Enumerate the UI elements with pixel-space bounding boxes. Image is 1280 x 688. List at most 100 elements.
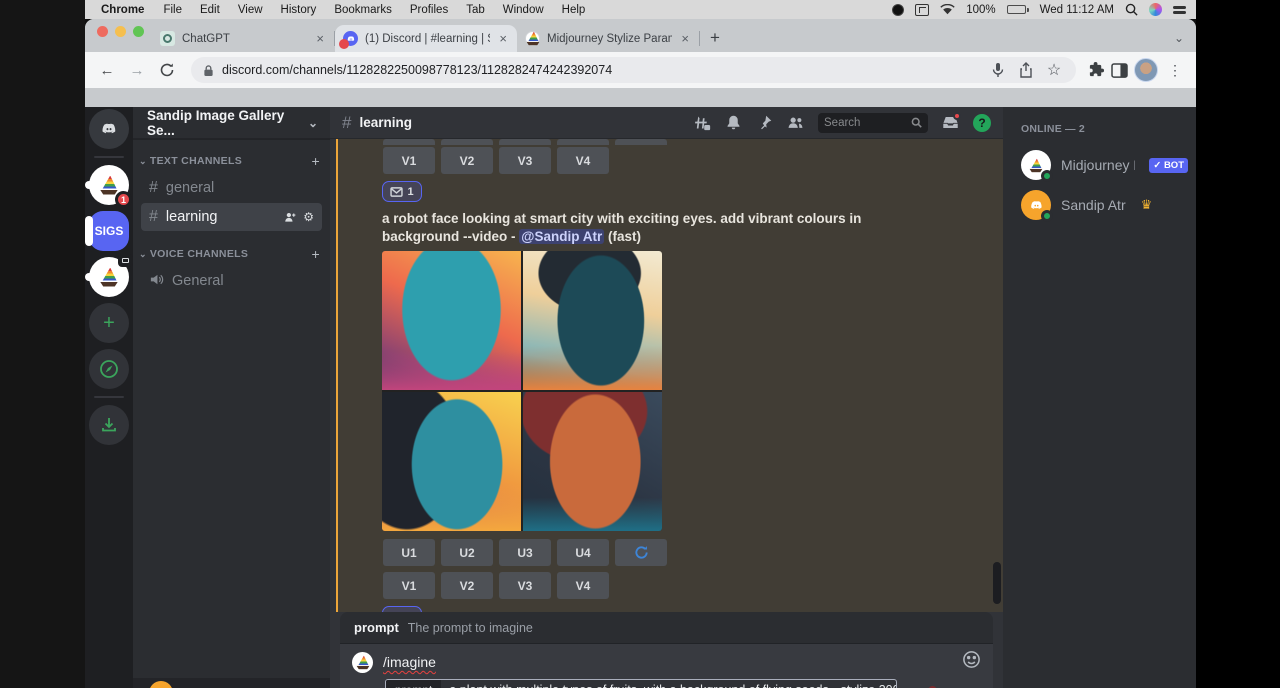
- chat-scrollbar[interactable]: [993, 562, 1001, 604]
- u1-button[interactable]: U1: [383, 539, 435, 566]
- close-tab-icon[interactable]: ×: [314, 32, 326, 45]
- tab-discord[interactable]: (1) Discord | #learning | Sandi ×: [335, 25, 517, 52]
- close-window-button[interactable]: [97, 26, 108, 37]
- menu-view[interactable]: View: [238, 4, 263, 16]
- help-button[interactable]: ?: [973, 114, 991, 132]
- reroll-button[interactable]: [615, 539, 667, 566]
- tab-midjourney[interactable]: Midjourney Stylize Parameter ×: [517, 25, 699, 52]
- tab-chatgpt[interactable]: ChatGPT ×: [152, 25, 334, 52]
- prompt-field-value[interactable]: a plant with multiple types of fruits, w…: [441, 683, 897, 688]
- u2-button[interactable]: U2: [441, 539, 493, 566]
- mic-icon[interactable]: [988, 62, 1008, 78]
- sidebar-item-voice-general[interactable]: General: [141, 267, 322, 295]
- notifications-bell-icon[interactable]: [725, 114, 742, 131]
- reload-button[interactable]: [155, 62, 179, 78]
- menubar-clock[interactable]: Wed 11:12 AM: [1040, 4, 1114, 16]
- menubar-app-name[interactable]: Chrome: [101, 4, 144, 16]
- user-avatar[interactable]: [149, 681, 173, 688]
- sidebar-item-learning[interactable]: # learning ⚙: [141, 203, 322, 231]
- tab-notification-badge: [339, 39, 349, 49]
- v4-button[interactable]: V4: [557, 572, 609, 599]
- member-row-sandip-atr[interactable]: Sandip Atr ♛: [1021, 185, 1188, 225]
- share-icon[interactable]: [1016, 62, 1036, 78]
- server-sigs-button[interactable]: SIGS: [89, 211, 129, 251]
- v2-button[interactable]: V2: [441, 147, 493, 174]
- message-composer[interactable]: /imagine prompt a plant with multiple ty…: [340, 644, 993, 688]
- selected-pill: [85, 216, 93, 246]
- menu-window[interactable]: Window: [503, 4, 544, 16]
- record-status-icon[interactable]: [892, 4, 904, 16]
- server-midjourney-button[interactable]: 1: [89, 165, 129, 205]
- category-text-channels[interactable]: ⌄ TEXT CHANNELS +: [133, 139, 330, 173]
- menu-file[interactable]: File: [163, 4, 182, 16]
- envelope-reaction[interactable]: 1: [382, 606, 422, 612]
- new-tab-button[interactable]: +: [700, 28, 730, 52]
- menu-bookmarks[interactable]: Bookmarks: [334, 4, 392, 16]
- add-server-button[interactable]: +: [89, 303, 129, 343]
- chrome-menu-button[interactable]: ⋮: [1164, 62, 1186, 79]
- v3-button[interactable]: V3: [499, 572, 551, 599]
- slash-command-text[interactable]: /imagine: [383, 654, 436, 670]
- bookmark-star-icon[interactable]: ☆: [1044, 60, 1064, 80]
- envelope-reaction[interactable]: 1: [382, 181, 422, 202]
- server-sailboat2-button[interactable]: [89, 257, 129, 297]
- chat-main: # learning: [330, 107, 1003, 688]
- inbox-icon[interactable]: [942, 114, 959, 131]
- search-box[interactable]: [818, 113, 928, 133]
- explore-servers-button[interactable]: [89, 349, 129, 389]
- pinned-messages-icon[interactable]: [756, 114, 773, 131]
- channel-name: learning: [359, 115, 412, 130]
- chrome-profile-avatar[interactable]: [1134, 58, 1158, 82]
- threads-icon[interactable]: [694, 114, 711, 131]
- v3-button[interactable]: V3: [499, 147, 551, 174]
- siri-icon[interactable]: [1149, 3, 1162, 16]
- menu-tab[interactable]: Tab: [466, 4, 485, 16]
- server-header[interactable]: Sandip Image Gallery Se... ⌄: [133, 107, 330, 139]
- minimize-window-button[interactable]: [115, 26, 126, 37]
- sidebar-item-general[interactable]: # general: [141, 174, 322, 202]
- forward-button[interactable]: →: [125, 62, 149, 79]
- category-voice-channels[interactable]: ⌄ VOICE CHANNELS +: [133, 232, 330, 266]
- discord-app: 1 SIGS +: [85, 107, 1196, 688]
- wifi-icon[interactable]: [940, 4, 955, 15]
- v4-button[interactable]: V4: [557, 147, 609, 174]
- spotlight-search-icon[interactable]: [1125, 3, 1138, 16]
- download-apps-button[interactable]: [89, 405, 129, 445]
- v1-button[interactable]: V1: [383, 147, 435, 174]
- member-list-icon[interactable]: [787, 114, 804, 131]
- menu-edit[interactable]: Edit: [200, 4, 220, 16]
- input-source-icon[interactable]: [915, 4, 929, 16]
- address-bar[interactable]: discord.com/channels/1128282250098778123…: [191, 57, 1076, 83]
- invite-people-icon[interactable]: [284, 211, 297, 224]
- url-text[interactable]: discord.com/channels/1128282250098778123…: [222, 63, 980, 77]
- tab-search-chevron-icon[interactable]: ⌄: [1174, 31, 1184, 45]
- menu-history[interactable]: History: [281, 4, 317, 16]
- search-input[interactable]: [824, 117, 907, 129]
- v2-button[interactable]: V2: [441, 572, 493, 599]
- close-tab-icon[interactable]: ×: [497, 32, 509, 45]
- chatgpt-favicon: [160, 31, 175, 46]
- close-tab-icon[interactable]: ×: [679, 32, 691, 45]
- menu-help[interactable]: Help: [562, 4, 586, 16]
- channel-settings-gear-icon[interactable]: ⚙: [303, 210, 314, 224]
- discord-home-button[interactable]: [89, 109, 129, 149]
- member-row-midjourney-bot[interactable]: Midjourney Bot ✓ BOT: [1021, 145, 1188, 185]
- create-channel-button[interactable]: +: [312, 246, 321, 262]
- extensions-icon[interactable]: [1088, 62, 1105, 79]
- u4-button[interactable]: U4: [557, 539, 609, 566]
- prompt-option-field[interactable]: prompt a plant with multiple types of fr…: [385, 679, 897, 688]
- u3-button[interactable]: U3: [499, 539, 551, 566]
- v1-button[interactable]: V1: [383, 572, 435, 599]
- emoji-picker-button[interactable]: [962, 650, 981, 674]
- midjourney-image-grid[interactable]: [382, 251, 662, 531]
- create-channel-button[interactable]: +: [312, 153, 321, 169]
- hash-icon: #: [342, 113, 351, 133]
- user-mention[interactable]: @Sandip Atr: [519, 229, 604, 244]
- side-panel-icon[interactable]: [1111, 63, 1128, 78]
- zoom-window-button[interactable]: [133, 26, 144, 37]
- control-center-icon[interactable]: [1173, 6, 1186, 14]
- back-button[interactable]: ←: [95, 62, 119, 79]
- grid-image-4: [523, 392, 662, 531]
- channel-sidebar: Sandip Image Gallery Se... ⌄ ⌄ TEXT CHAN…: [133, 107, 330, 688]
- menu-profiles[interactable]: Profiles: [410, 4, 448, 16]
